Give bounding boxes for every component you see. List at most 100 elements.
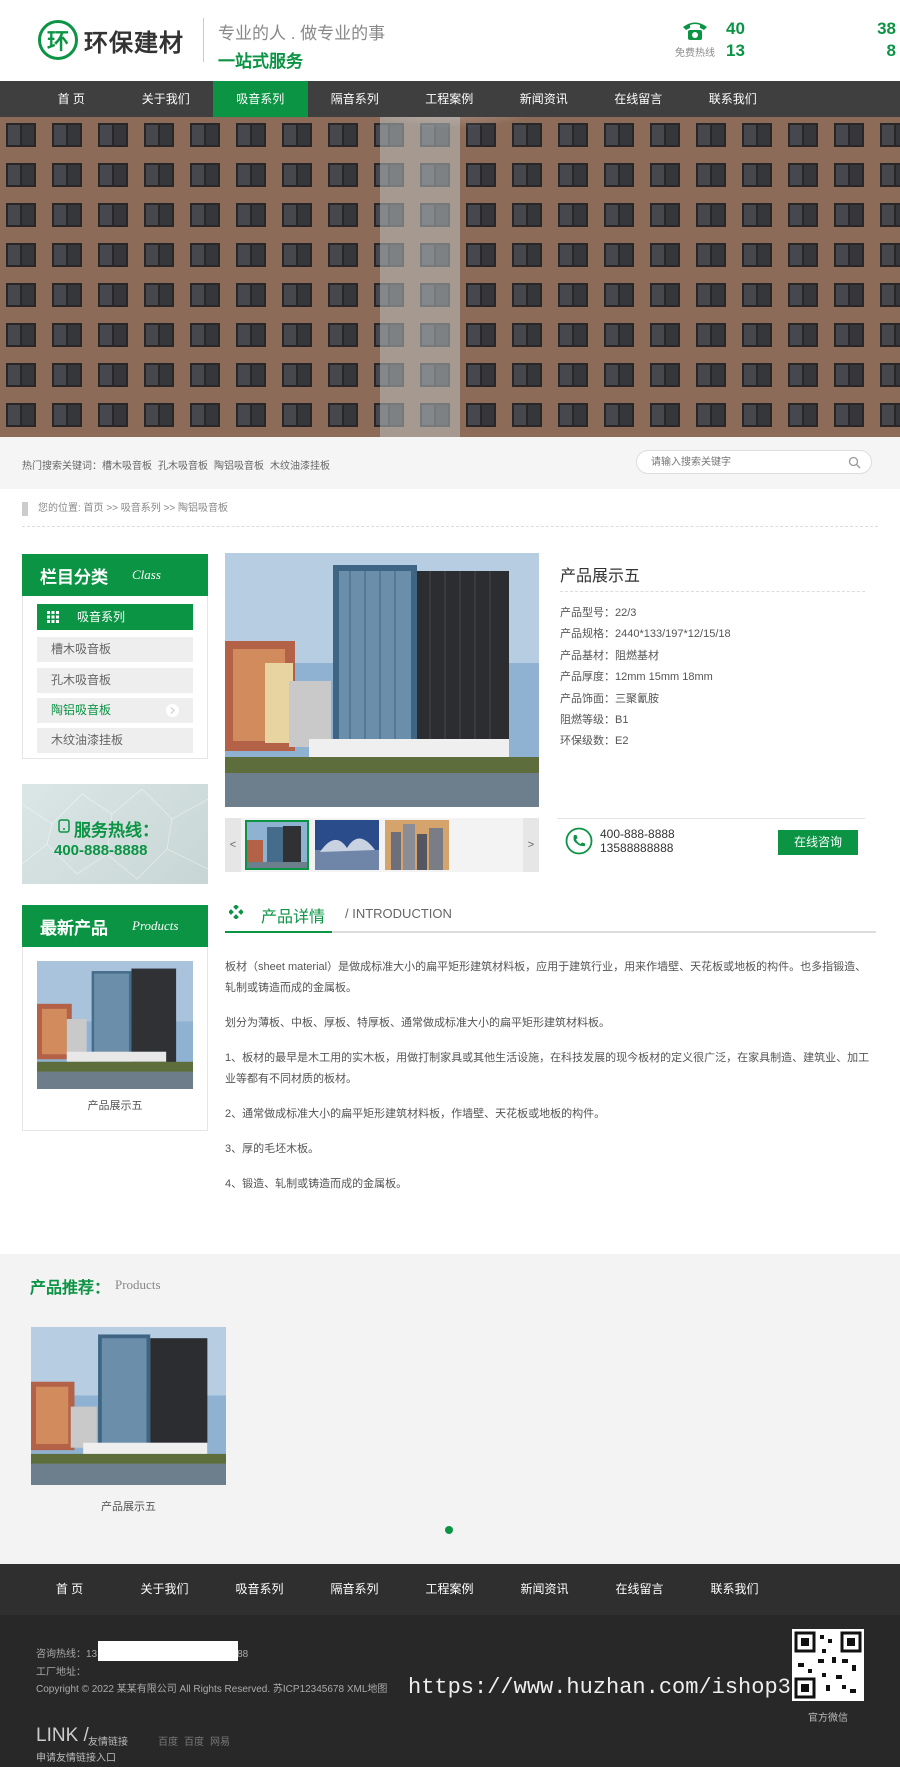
product-attributes: 产品型号：22/3 产品规格：2440*133/197*12/15/18 产品基… — [560, 603, 731, 753]
nav-sound-absorbing[interactable]: 吸音系列 — [213, 81, 308, 117]
thumbnail-strip: < > — [225, 818, 539, 872]
footer-info: 咨询热线：13 88 工厂地址： Copyright © 2022 某某有限公司 … — [0, 1615, 900, 1767]
grid-icon — [47, 611, 59, 623]
category-item-active[interactable]: 陶铝吸音板 — [37, 698, 193, 723]
attr-model: 产品型号：22/3 — [560, 607, 637, 619]
category-item[interactable]: 槽木吸音板 — [37, 637, 193, 662]
attr-eco-grade: 环保级数：E2 — [560, 735, 629, 748]
hot-keyword[interactable]: 孔木吸音板 — [158, 461, 208, 472]
logo-mark: 环 — [38, 20, 78, 60]
intro-title-en: / INTRODUCTION — [345, 906, 452, 921]
nav-projects[interactable]: 工程案例 — [402, 81, 497, 117]
nav-home[interactable]: 首 页 — [24, 81, 119, 117]
category-item[interactable]: 孔木吸音板 — [37, 668, 193, 693]
category-title-label: 吸音系列 — [77, 610, 126, 624]
newest-product-image[interactable] — [37, 961, 193, 1089]
recommend-section: 产品推荐： Products 产品展示五 — [0, 1254, 900, 1564]
thumb-next-button[interactable]: > — [523, 818, 539, 872]
newest-header-en: Products — [132, 918, 179, 933]
hotline-label: 免费热线 — [675, 48, 715, 59]
attr-base: 产品基材：阻燃基材 — [560, 649, 659, 662]
thumb-prev-button[interactable]: < — [225, 818, 241, 872]
breadcrumb[interactable]: 您的位置: 首页 >> 吸音系列 >> 陶铝吸音板 — [22, 502, 878, 527]
attr-thickness: 产品厚度：12mm 15mm 18mm — [560, 671, 713, 684]
recommend-product-caption[interactable]: 产品展示五 — [31, 1498, 226, 1514]
recommend-title: 产品推荐： — [30, 1280, 111, 1297]
friend-link[interactable]: 百度 — [158, 1737, 178, 1748]
nav-soundproof[interactable]: 隔音系列 — [308, 81, 403, 117]
consult-phone-2: 13588888888 — [600, 841, 674, 855]
category-item[interactable]: 木纹油漆挂板 — [37, 728, 193, 753]
hotline-1-start: 40 — [726, 19, 745, 38]
thumbnail[interactable] — [385, 820, 449, 870]
service-title: 服务热线： — [74, 821, 159, 840]
footer-nav-home[interactable]: 首 页 — [22, 1564, 117, 1615]
link-heading-sub: 友情链接 — [88, 1737, 128, 1748]
footer-nav-news[interactable]: 新闻资讯 — [497, 1564, 592, 1615]
footer-nav-projects[interactable]: 工程案例 — [402, 1564, 497, 1615]
footer-nav-sound-absorbing[interactable]: 吸音系列 — [212, 1564, 307, 1615]
carousel-dot[interactable] — [445, 1526, 453, 1534]
consult-phone-1: 400-888-8888 — [600, 827, 675, 841]
footer-nav-soundproof[interactable]: 隔音系列 — [307, 1564, 402, 1615]
consult-hotline-end: 88 — [237, 1649, 249, 1660]
search-bar: 热门搜索关键词：槽木吸音板 孔木吸音板 陶铝吸音板 木纹油漆挂板 — [0, 437, 900, 489]
intro-header: 产品详情 / INTRODUCTION — [225, 900, 876, 933]
intro-title: 产品详情 — [261, 909, 326, 926]
thumbnail[interactable] — [315, 820, 379, 870]
category-title[interactable]: 吸音系列 — [37, 604, 193, 630]
newest-product-card[interactable]: 产品展示五 — [22, 947, 208, 1131]
hot-keyword[interactable]: 槽木吸音板 — [102, 461, 152, 472]
qr-caption: 官方微信 — [808, 1713, 848, 1724]
product-name: 产品展示五 — [560, 568, 641, 585]
divider — [560, 591, 865, 592]
search-input[interactable] — [651, 455, 841, 469]
hotline-2-end: 8 — [886, 41, 896, 60]
product-main-image — [225, 553, 539, 807]
footer-nav-contact[interactable]: 联系我们 — [687, 1564, 782, 1615]
intro-paragraph: 划分为薄板、中板、厚板、特厚板、通常做成标准大小的扁平矩形建筑材料板。 — [225, 1017, 610, 1029]
friend-links: 百度 百度 网易 — [158, 1733, 236, 1748]
hot-keyword[interactable]: 木纹油漆挂板 — [270, 461, 330, 472]
nav-news[interactable]: 新闻资讯 — [497, 81, 592, 117]
copyright[interactable]: Copyright © 2022 某某有限公司 All Rights Reser… — [36, 1680, 387, 1695]
recommend-product-image[interactable] — [31, 1327, 226, 1485]
hot-keywords-label: 热门搜索关键词： — [22, 461, 102, 472]
online-consult-button[interactable]: 在线咨询 — [778, 830, 858, 855]
apply-link[interactable]: 申请友情链接入口 — [36, 1749, 116, 1764]
intro-paragraph: 板材（sheet material）是做成标准大小的扁平矩形建筑材料板，应用于建… — [225, 961, 867, 994]
redaction-box — [98, 1641, 238, 1661]
telephone-icon — [683, 22, 707, 40]
thumbnail[interactable] — [245, 820, 309, 870]
diamond-icon — [229, 905, 243, 919]
factory-address: 工厂地址： — [36, 1667, 86, 1678]
hotline-1-end: 38 — [877, 19, 896, 38]
footer-nav-message[interactable]: 在线留言 — [592, 1564, 687, 1615]
service-number: 400-888-8888 — [54, 842, 148, 859]
newest-product-caption[interactable]: 产品展示五 — [23, 1097, 207, 1113]
banner-image — [0, 117, 900, 437]
slogan-line-1: 专业的人 . 做专业的事 — [218, 24, 386, 43]
intro-paragraph: 3、厚的毛坯木板。 — [225, 1143, 320, 1155]
phone-circle-icon — [565, 827, 593, 855]
nav-message[interactable]: 在线留言 — [591, 81, 686, 117]
link-heading: LINK / — [36, 1725, 89, 1746]
phone-icon — [58, 819, 70, 833]
hot-keyword[interactable]: 陶铝吸音板 — [214, 461, 264, 472]
search-icon[interactable] — [848, 456, 861, 469]
footer-nav-about[interactable]: 关于我们 — [117, 1564, 212, 1615]
slogan-line-2: 一站式服务 — [218, 52, 303, 71]
category-list: 吸音系列 槽木吸音板 孔木吸音板 陶铝吸音板 木纹油漆挂板 — [22, 596, 208, 759]
nav-about[interactable]: 关于我们 — [119, 81, 214, 117]
friend-link[interactable]: 网易 — [210, 1737, 230, 1748]
friend-link[interactable]: 百度 — [184, 1737, 204, 1748]
consult-hotline-start: 咨询热线：13 — [36, 1649, 98, 1660]
logo[interactable]: 环 环保建材 — [38, 20, 184, 60]
slogan: 专业的人 . 做专业的事 一站式服务 — [218, 19, 385, 72]
newest-header-title: 最新产品 — [40, 918, 108, 938]
newest-header: 最新产品 Products — [22, 905, 208, 947]
hotline-numbers: 40 38 13 8 — [726, 18, 896, 62]
nav-contact[interactable]: 联系我们 — [686, 81, 781, 117]
hotline-2-start: 13 — [726, 41, 745, 60]
search-box — [636, 450, 872, 474]
